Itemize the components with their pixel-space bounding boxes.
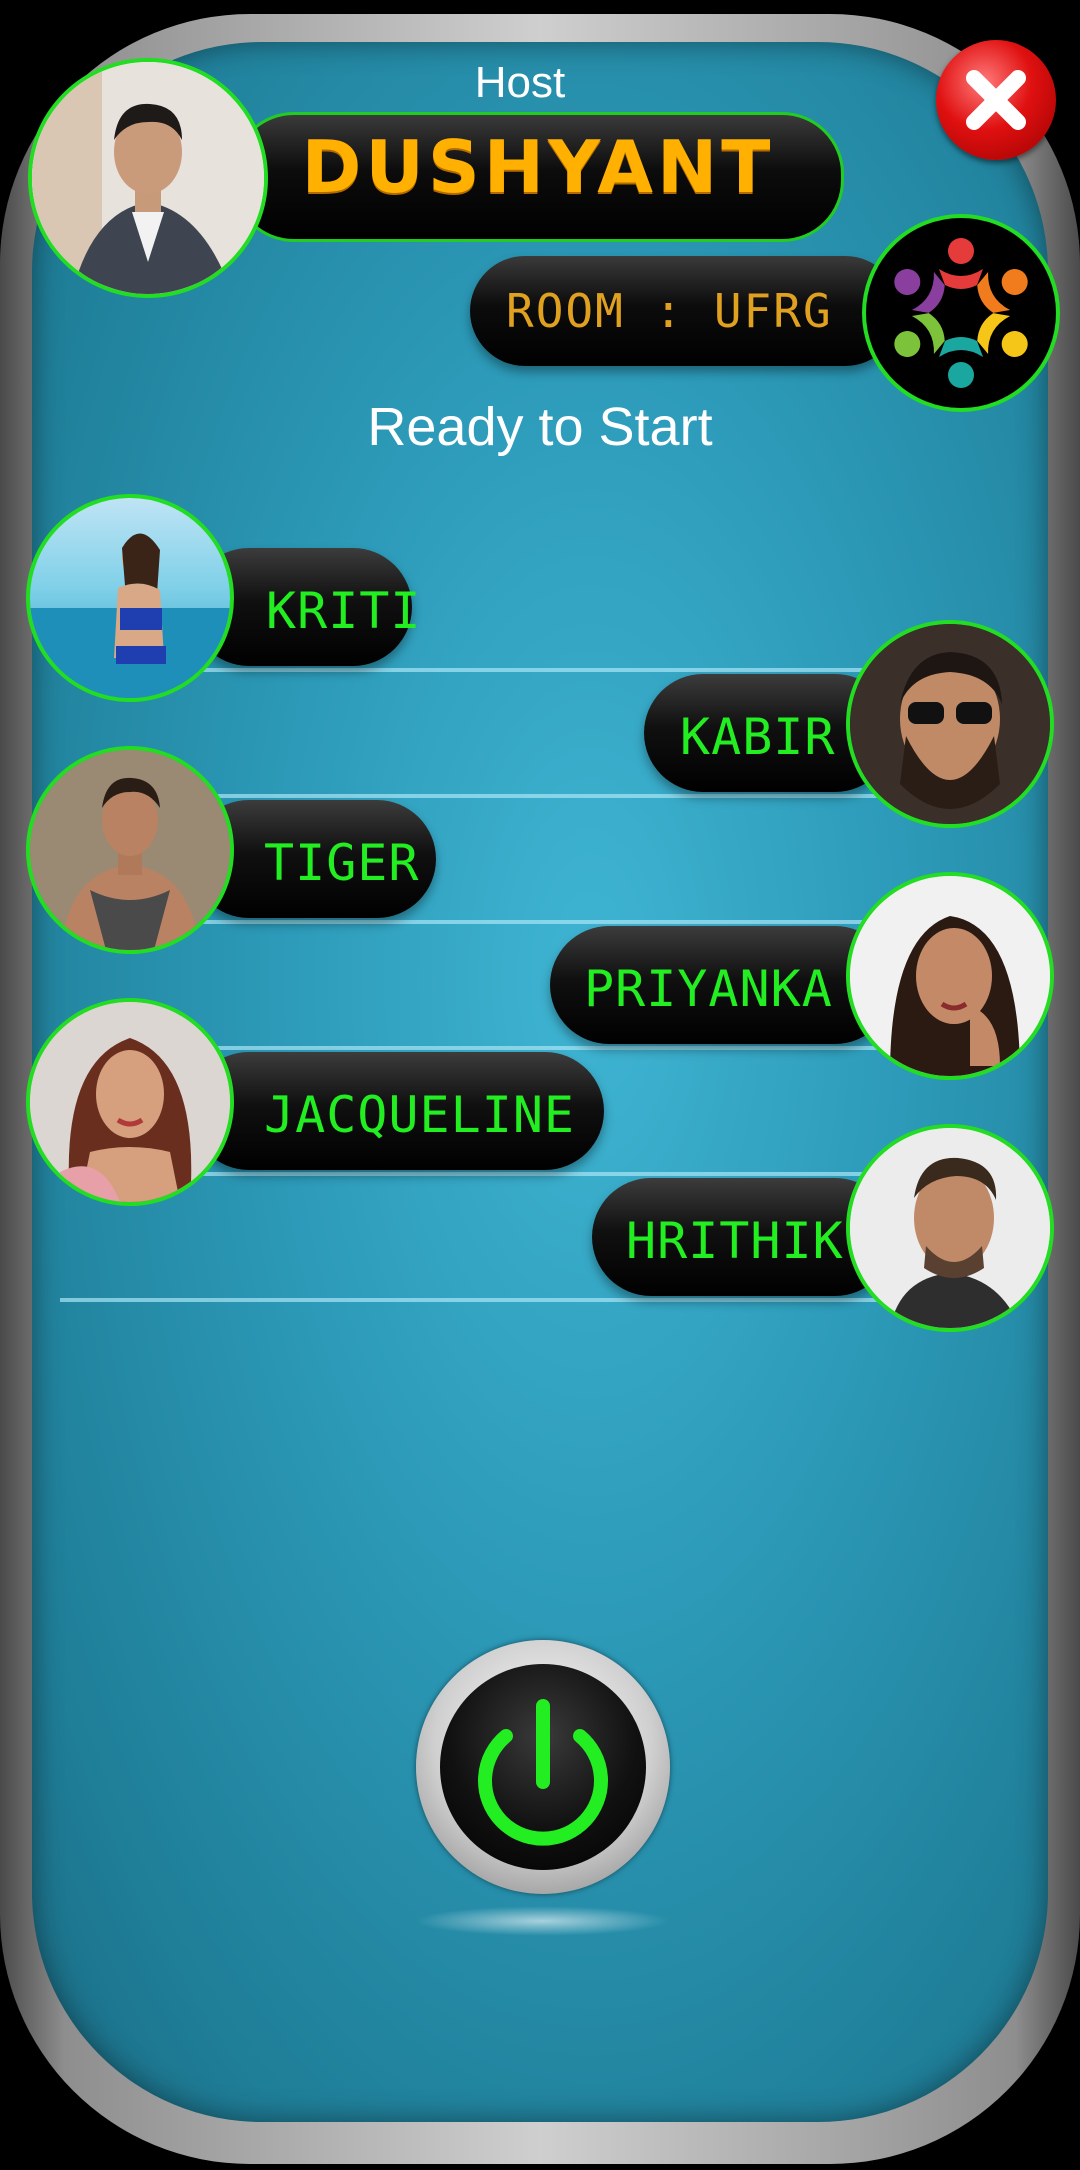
player-avatar-hrithik	[846, 1124, 1054, 1332]
host-name: DUSHYANT	[301, 125, 775, 209]
kriti-photo	[30, 533, 230, 698]
player-avatar-kabir	[846, 620, 1054, 828]
host-avatar-image	[32, 62, 264, 294]
player-avatar-tiger	[26, 746, 234, 954]
status-text: Ready to Start	[367, 397, 713, 457]
host-avatar	[28, 58, 268, 298]
room-code: ROOM : UFRG	[506, 284, 833, 338]
player-name: PRIYANKA	[584, 960, 833, 1018]
tiger-photo	[30, 750, 230, 950]
priyanka-photo	[850, 876, 1050, 1076]
player-avatar-jacqueline	[26, 998, 234, 1206]
player-name: KRITI	[266, 582, 422, 640]
player-name: KABIR	[680, 708, 836, 766]
community-icon	[894, 238, 1028, 388]
player-avatar-priyanka	[846, 872, 1054, 1080]
room-pill: ROOM : UFRG	[470, 256, 900, 366]
player-name: TIGER	[264, 834, 420, 892]
power-icon	[478, 1699, 608, 1846]
player-name-pill: JACQUELINE	[190, 1052, 604, 1170]
host-name-pill: DUSHYANT	[232, 112, 844, 242]
start-button-inner	[440, 1664, 646, 1870]
hrithik-photo	[850, 1128, 1050, 1328]
room-logo-icon	[862, 214, 1060, 412]
player-name: HRITHIK	[626, 1212, 844, 1270]
start-button-reflection	[414, 1906, 670, 1936]
player-name: JACQUELINE	[264, 1086, 576, 1144]
close-button[interactable]	[936, 40, 1056, 160]
jacqueline-photo	[30, 1002, 230, 1202]
start-button[interactable]	[416, 1640, 670, 1894]
player-avatar-kriti	[26, 494, 234, 702]
kabir-photo	[850, 624, 1050, 824]
player-name-pill: PRIYANKA	[550, 926, 894, 1044]
close-icon	[966, 70, 1026, 130]
